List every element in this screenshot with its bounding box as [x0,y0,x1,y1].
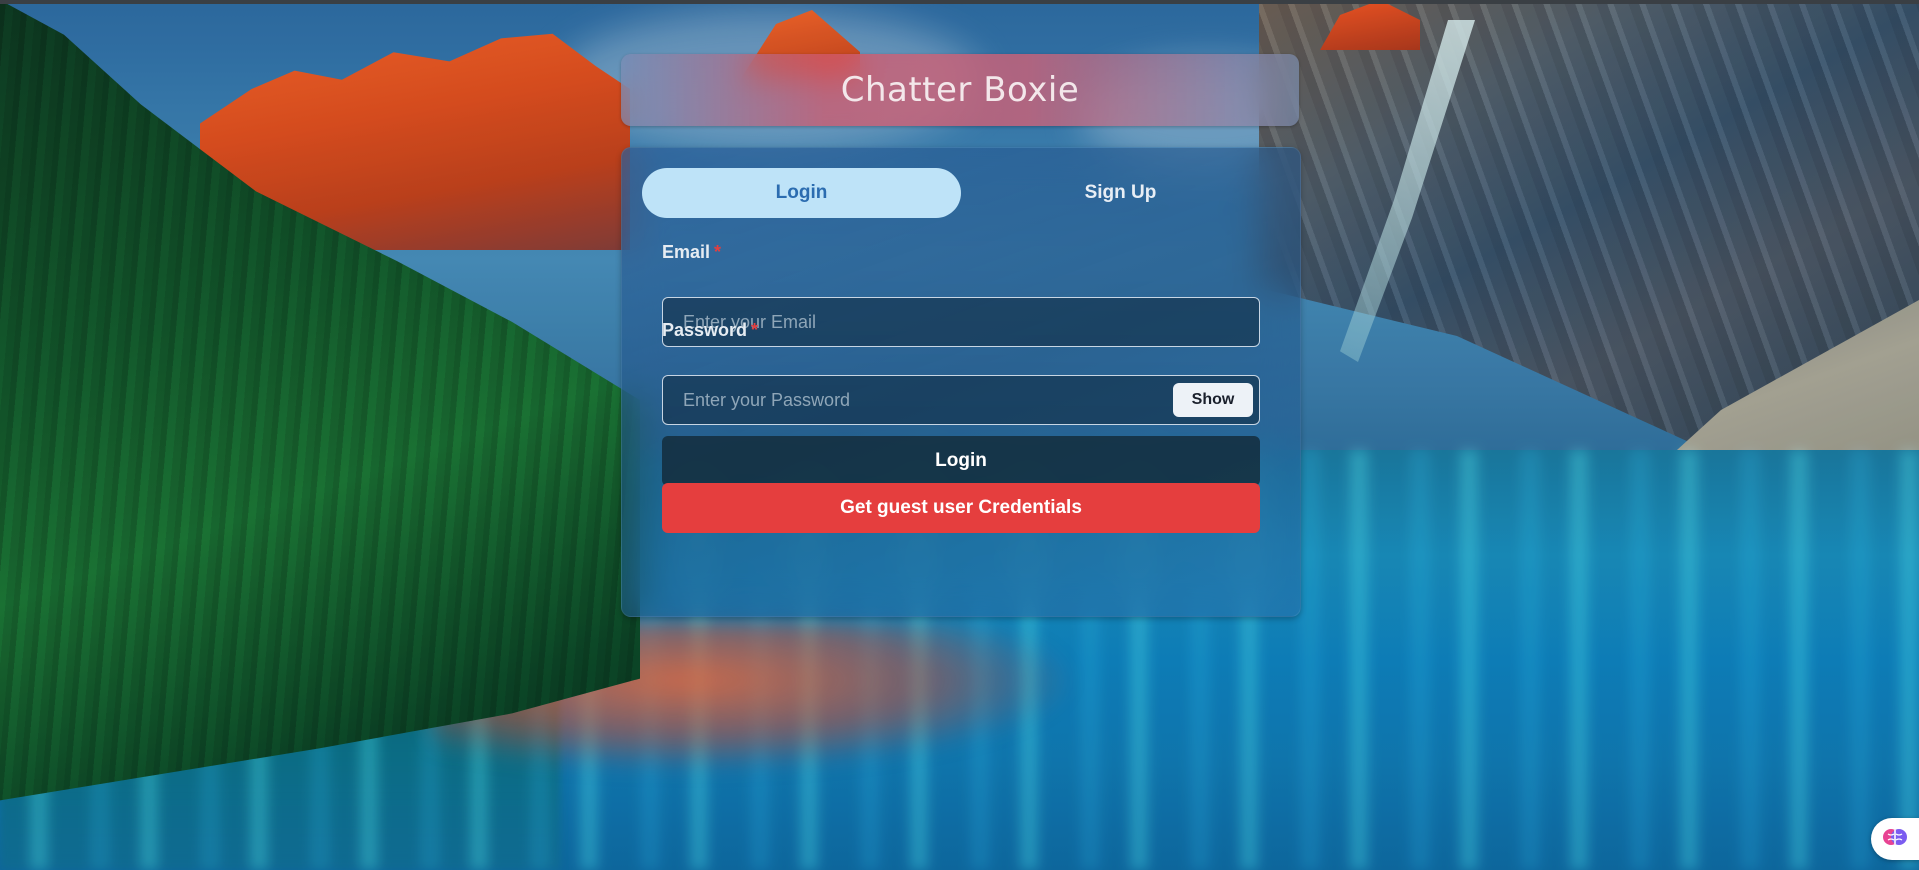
email-label: Email * [662,242,721,263]
required-mark: * [751,320,759,340]
page: Chatter Boxie Login Sign Up Email* Passw… [0,0,1919,870]
browser-top-edge [0,0,1919,4]
assistant-widget[interactable] [1871,818,1919,860]
show-password-button[interactable]: Show [1173,383,1253,417]
brain-icon [1882,824,1908,855]
guest-credentials-button[interactable]: Get guest user Credentials [662,483,1260,533]
app-title: Chatter Boxie [840,70,1080,110]
email-label-text: Email [662,242,711,262]
tab-login[interactable]: Login [642,168,961,218]
tab-sign-up[interactable]: Sign Up [961,168,1280,218]
app-header: Chatter Boxie [621,54,1299,126]
auth-card: Login Sign Up Email* Password* Show Logi… [621,147,1301,617]
password-label-text: Password [662,320,748,340]
password-field[interactable] [663,376,1259,424]
auth-tabs: Login Sign Up [642,168,1280,218]
login-button[interactable]: Login [662,436,1260,486]
password-field-wrapper: Show [662,375,1260,425]
password-label: Password * [662,320,758,341]
required-mark: * [714,242,722,262]
